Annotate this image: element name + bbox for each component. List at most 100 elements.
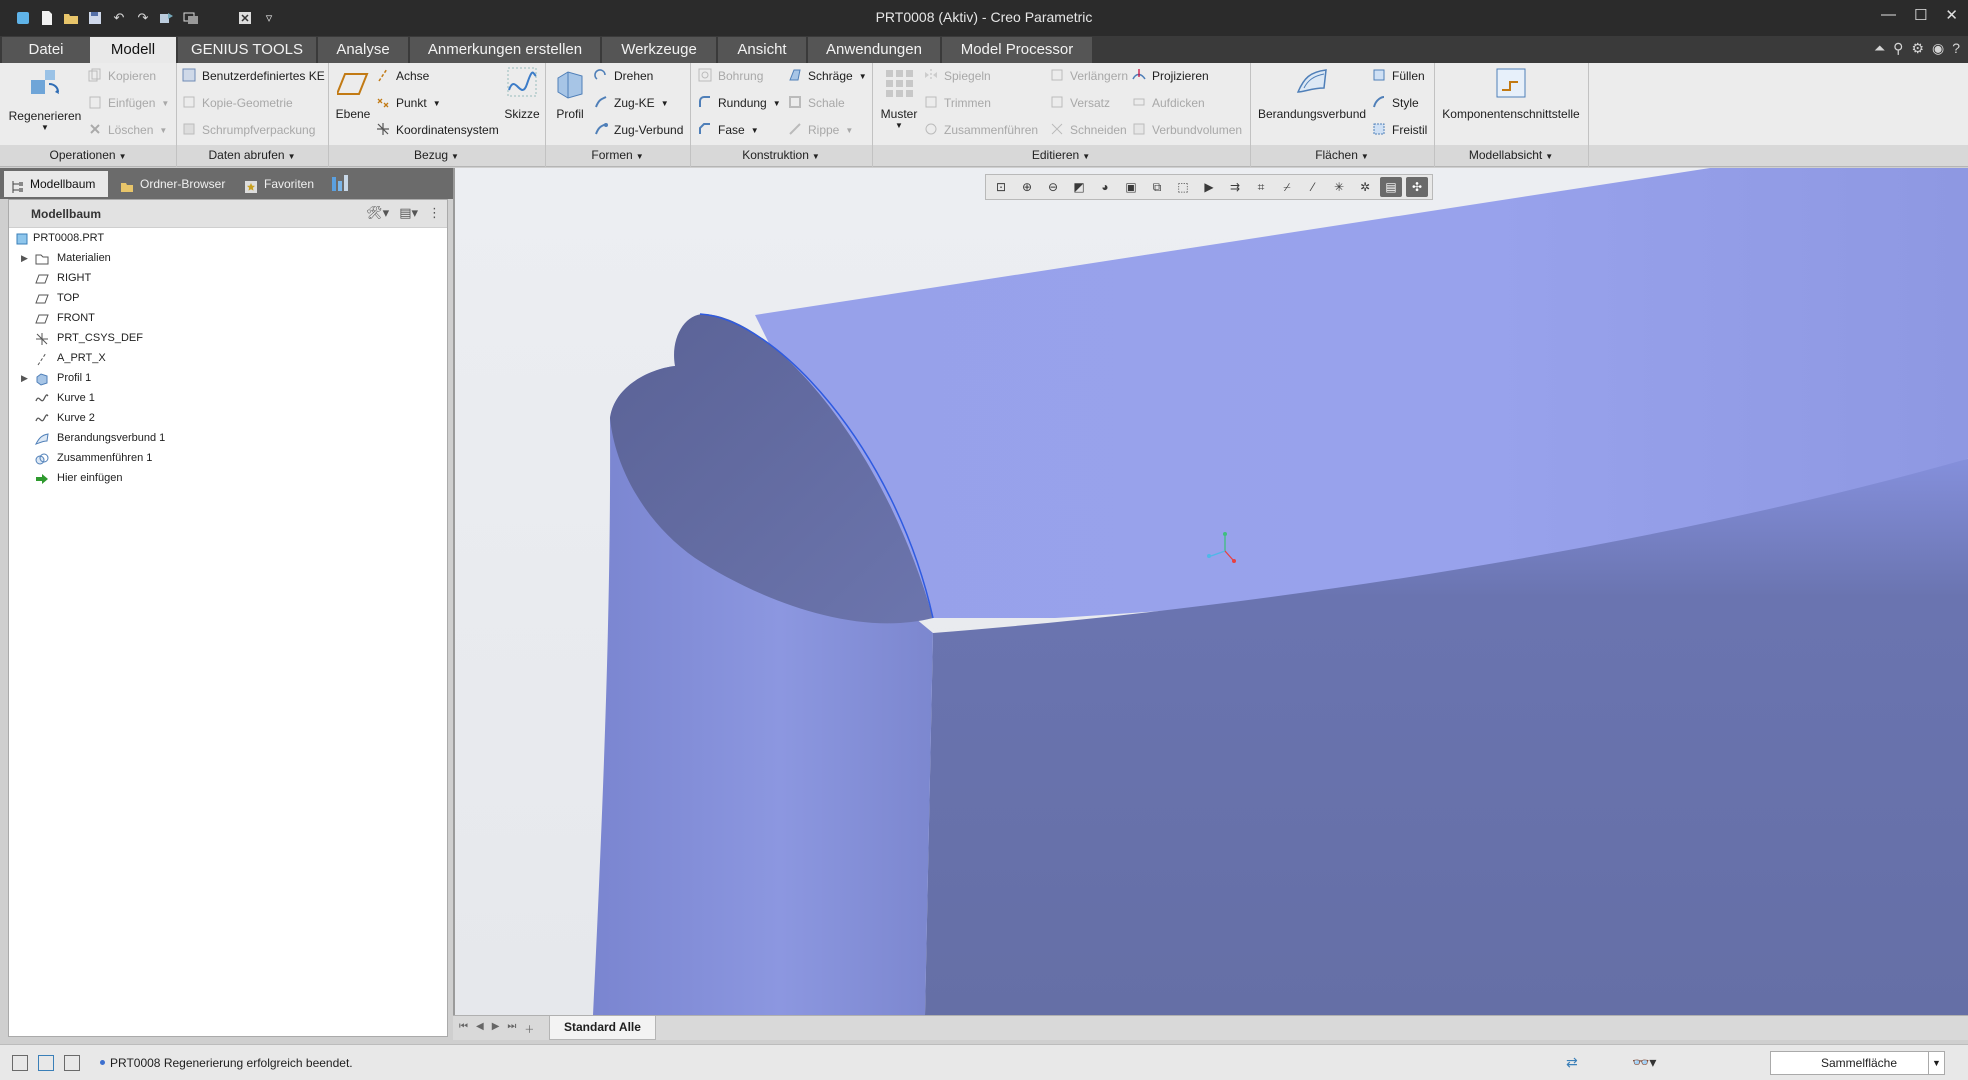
binoculars-icon[interactable]: 👓▾ bbox=[1632, 1054, 1656, 1071]
komponentenschnittstelle-button[interactable]: Komponentenschnittstelle bbox=[1440, 66, 1582, 121]
group-formen[interactable]: Formen ▼ bbox=[545, 148, 690, 162]
einfuegen-button[interactable]: Einfügen ▼ bbox=[88, 95, 169, 111]
group-bezug[interactable]: Bezug ▼ bbox=[328, 148, 545, 162]
tree-item-kurve-2[interactable]: Kurve 2 bbox=[9, 410, 447, 428]
kopie-geometrie-button[interactable]: Kopie-Geometrie bbox=[182, 95, 293, 111]
schraege-button[interactable]: Schräge ▼ bbox=[788, 68, 867, 84]
tab-anwendungen[interactable]: Anwendungen bbox=[808, 37, 940, 63]
trimmen-button[interactable]: Trimmen bbox=[924, 95, 991, 111]
zoom-in-icon[interactable]: ⊕ bbox=[1016, 177, 1038, 197]
learning-icon[interactable]: ◉ bbox=[1932, 40, 1944, 57]
rippe-button[interactable]: Rippe ▼ bbox=[788, 122, 853, 138]
zoom-out-icon[interactable]: ⊖ bbox=[1042, 177, 1064, 197]
fullscreen-icon[interactable] bbox=[64, 1055, 80, 1071]
tab-werkzeuge[interactable]: Werkzeuge bbox=[602, 37, 716, 63]
help-icon[interactable]: ? bbox=[1952, 40, 1960, 57]
fuellen-button[interactable]: Füllen bbox=[1372, 68, 1425, 84]
filter-icon[interactable]: ⋮ bbox=[428, 205, 441, 221]
projizieren-button[interactable]: Projizieren bbox=[1132, 68, 1209, 84]
achse-button[interactable]: Achse bbox=[376, 68, 429, 84]
tab-favoriten[interactable]: Favoriten bbox=[238, 171, 324, 197]
regenerieren-button[interactable]: Regenerieren ▼ bbox=[8, 66, 82, 132]
perspective-icon[interactable]: ⬚ bbox=[1172, 177, 1194, 197]
saved-orientations-icon[interactable]: ▣ bbox=[1120, 177, 1142, 197]
versatz-button[interactable]: Versatz bbox=[1050, 95, 1110, 111]
maximize-icon[interactable]: ☐ bbox=[1914, 6, 1927, 24]
tree-tools-icon[interactable] bbox=[330, 173, 352, 195]
tab-anmerkungen[interactable]: Anmerkungen erstellen bbox=[410, 37, 600, 63]
search-icon[interactable]: ⚲ bbox=[1893, 40, 1903, 57]
tree-item-hier-einfuegen[interactable]: Hier einfügen bbox=[9, 470, 447, 488]
tree-item-top[interactable]: TOP bbox=[9, 290, 447, 308]
tab-model-processor[interactable]: Model Processor bbox=[942, 37, 1092, 63]
verbundvolumen-button[interactable]: Verbundvolumen bbox=[1132, 122, 1242, 138]
drehen-button[interactable]: Drehen bbox=[594, 68, 653, 84]
settings-icon[interactable]: ⚙ bbox=[1911, 40, 1924, 57]
find-icon[interactable]: ⇄ bbox=[1566, 1054, 1578, 1071]
verlaengern-button[interactable]: Verlängern bbox=[1050, 68, 1128, 84]
tree-item-prt-csys-def[interactable]: PRT_CSYS_DEF bbox=[9, 330, 447, 348]
style-button[interactable]: Style bbox=[1372, 95, 1419, 111]
expand-arrow-icon[interactable]: ▶ bbox=[21, 373, 28, 384]
tab-standard-alle[interactable]: Standard Alle bbox=[549, 1016, 656, 1040]
tab-modell[interactable]: Modell bbox=[90, 37, 176, 63]
repaint-icon[interactable]: ◩ bbox=[1068, 177, 1090, 197]
tree-item-prt0008[interactable]: PRT0008.PRT bbox=[9, 230, 447, 248]
tree-item-right[interactable]: RIGHT bbox=[9, 270, 447, 288]
schrumpfverpackung-button[interactable]: Schrumpfverpackung bbox=[182, 122, 315, 138]
close-icon[interactable]: ✕ bbox=[1945, 6, 1958, 24]
zusammenfuehren-button[interactable]: Zusammenführen bbox=[924, 122, 1038, 138]
point-display-icon[interactable]: ⁄ bbox=[1302, 177, 1324, 197]
koordinatensystem-button[interactable]: Koordinatensystem bbox=[376, 122, 499, 138]
skizze-button[interactable]: Skizze bbox=[502, 66, 542, 121]
tree-item-profil-1[interactable]: ▶ Profil 1 bbox=[9, 370, 447, 388]
group-operationen[interactable]: Operationen ▼ bbox=[0, 148, 176, 162]
zug-ke-button[interactable]: Zug-KE ▼ bbox=[594, 95, 669, 111]
tree-item-berandungsverbund-1[interactable]: Berandungsverbund 1 bbox=[9, 430, 447, 448]
display-style-icon[interactable]: ◕ bbox=[1094, 177, 1116, 197]
show-icon[interactable]: ▤▾ bbox=[399, 205, 418, 221]
muster-button[interactable]: Muster ▼ bbox=[878, 66, 920, 130]
annotation-toggle-icon[interactable]: ▤ bbox=[1380, 177, 1402, 197]
model-surface[interactable] bbox=[455, 168, 1968, 1015]
minimize-icon[interactable]: — bbox=[1881, 6, 1896, 24]
add-tab-icon[interactable]: ＋ bbox=[524, 1021, 534, 1036]
selection-filter-dropdown[interactable]: Sammelfläche ▼ bbox=[1770, 1051, 1945, 1075]
kopieren-button[interactable]: Kopieren bbox=[88, 68, 156, 84]
section-icon[interactable]: ▶ bbox=[1198, 177, 1220, 197]
spiegeln-button[interactable]: Spiegeln bbox=[924, 68, 991, 84]
freistil-button[interactable]: Freistil bbox=[1372, 122, 1427, 138]
first-tab-icon[interactable]: ⏮ bbox=[459, 1021, 468, 1036]
ebene-button[interactable]: Ebene bbox=[333, 66, 373, 121]
tab-analyse[interactable]: Analyse bbox=[318, 37, 408, 63]
tree-item-materialien[interactable]: ▶ Materialien bbox=[9, 250, 447, 268]
expand-arrow-icon[interactable]: ▶ bbox=[21, 253, 28, 264]
schale-button[interactable]: Schale bbox=[788, 95, 845, 111]
view-manager-icon[interactable]: ⧉ bbox=[1146, 177, 1168, 197]
group-editieren[interactable]: Editieren ▼ bbox=[872, 148, 1250, 162]
tree-item-a-prt-x[interactable]: A_PRT_X bbox=[9, 350, 447, 368]
settings-icon[interactable]: 🛠▾ bbox=[366, 205, 389, 221]
berandungsverbund-button[interactable]: Berandungsverbund bbox=[1256, 66, 1368, 121]
tree-item-zusammenfuehren-1[interactable]: Zusammenführen 1 bbox=[9, 450, 447, 468]
tab-modellbaum[interactable]: Modellbaum bbox=[4, 171, 108, 197]
punkt-button[interactable]: Punkt ▼ bbox=[376, 95, 441, 111]
spin-center-icon[interactable]: ✲ bbox=[1354, 177, 1376, 197]
group-konstruktion[interactable]: Konstruktion ▼ bbox=[690, 148, 872, 162]
annotation-display-icon[interactable]: ⇉ bbox=[1224, 177, 1246, 197]
last-tab-icon[interactable]: ⏭ bbox=[507, 1021, 516, 1036]
loeschen-button[interactable]: Löschen ▼ bbox=[88, 122, 167, 138]
group-flaechen[interactable]: Flächen ▼ bbox=[1250, 148, 1434, 162]
fase-button[interactable]: Fase ▼ bbox=[698, 122, 759, 138]
next-tab-icon[interactable]: ▶ bbox=[492, 1021, 500, 1036]
zug-verbund-button[interactable]: Zug-Verbund bbox=[594, 122, 683, 138]
minimize-ribbon-icon[interactable]: ⏶ bbox=[1874, 40, 1885, 57]
spin-center-toggle-icon[interactable]: ✣ bbox=[1406, 177, 1428, 197]
profil-button[interactable]: Profil bbox=[552, 66, 588, 121]
navigator-toggle-icon[interactable] bbox=[12, 1055, 28, 1071]
tab-ordner-browser[interactable]: Ordner-Browser bbox=[114, 171, 232, 197]
aufdicken-button[interactable]: Aufdicken bbox=[1132, 95, 1205, 111]
browser-toggle-icon[interactable] bbox=[38, 1055, 54, 1071]
csys-display-icon[interactable]: ✳ bbox=[1328, 177, 1350, 197]
plane-display-icon[interactable]: ⌗ bbox=[1250, 177, 1272, 197]
